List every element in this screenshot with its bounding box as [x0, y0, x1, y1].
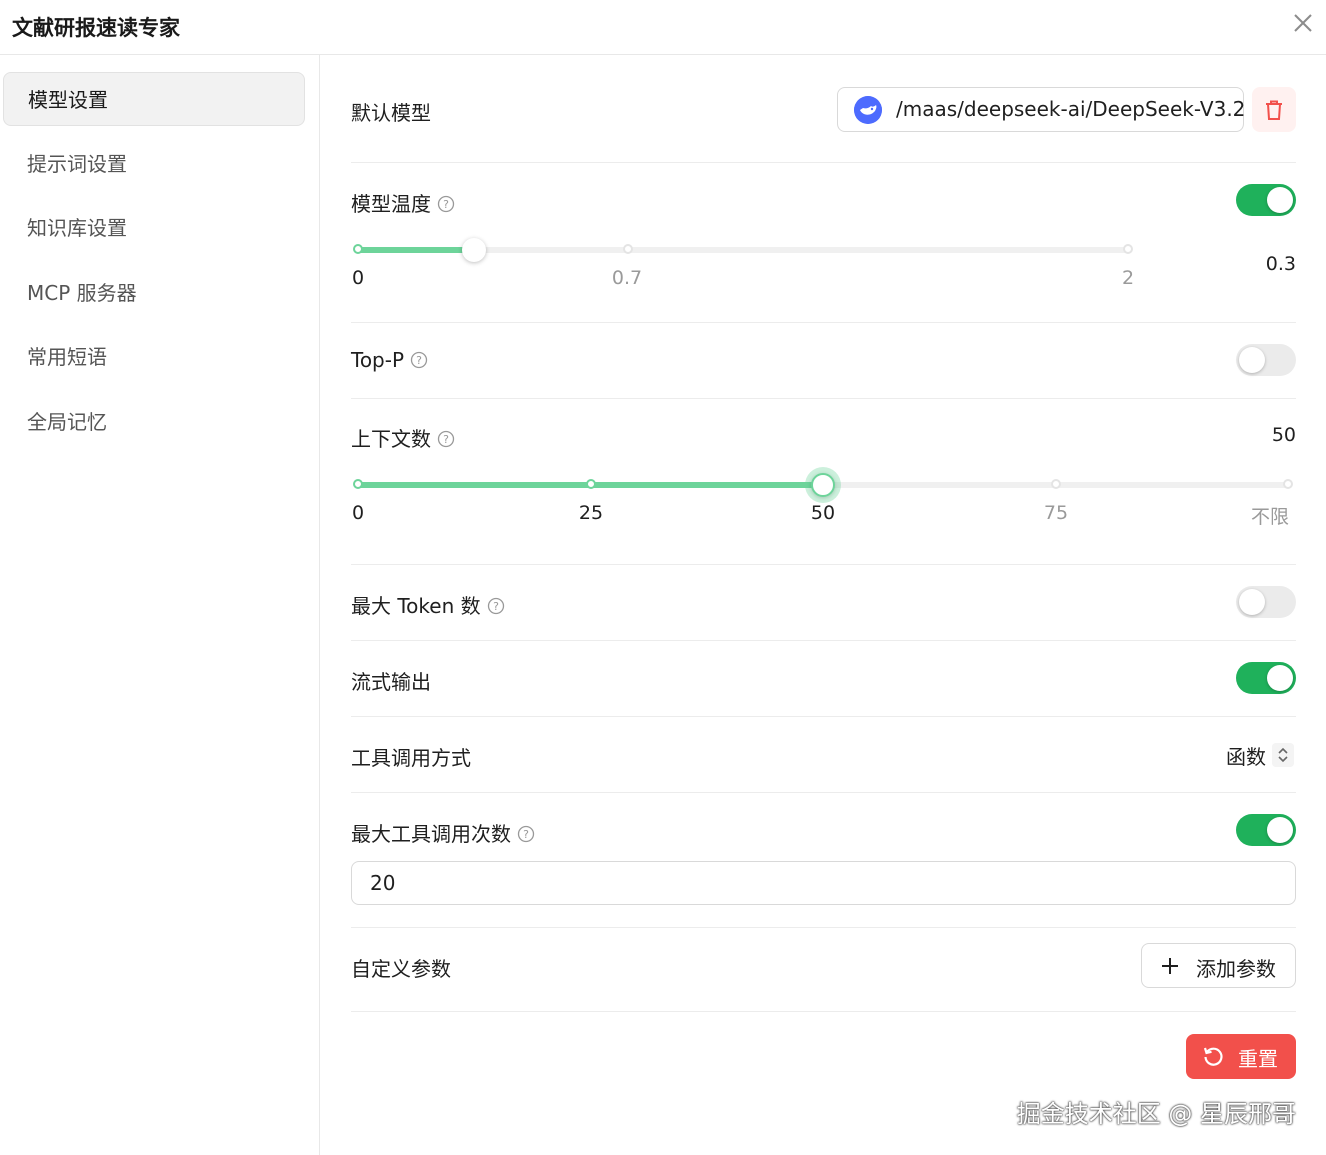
divider — [351, 927, 1296, 928]
top-p-label: Top-P? — [351, 348, 428, 372]
stream-output-label: 流式输出 — [351, 670, 431, 694]
model-selector[interactable]: /maas/deepseek-ai/DeepSeek-V3.2 — [837, 87, 1246, 132]
custom-params-label: 自定义参数 — [351, 957, 451, 981]
temperature-slider[interactable] — [353, 238, 1133, 262]
slider-mark: 2 — [1121, 267, 1135, 289]
divider — [351, 322, 1296, 323]
sidebar-item-model-settings[interactable]: 模型设置 — [3, 72, 305, 126]
context-count-value: 50 — [1271, 424, 1296, 446]
help-circle-icon[interactable]: ? — [487, 597, 505, 615]
svg-text:?: ? — [523, 828, 529, 841]
divider — [351, 162, 1296, 163]
title-bar: 文献研报速读专家 — [0, 0, 1326, 55]
divider — [351, 640, 1296, 641]
model-name: /maas/deepseek-ai/DeepSeek-V3.2 — [896, 97, 1246, 121]
help-circle-icon[interactable]: ? — [437, 195, 455, 213]
divider — [351, 716, 1296, 717]
svg-text:?: ? — [443, 433, 449, 446]
reset-label: 重置 — [1238, 1047, 1278, 1071]
stream-output-toggle[interactable] — [1236, 662, 1296, 694]
max-tokens-toggle[interactable] — [1236, 586, 1296, 618]
slider-dot — [353, 479, 363, 489]
sidebar-item-mcp-servers[interactable]: MCP 服务器 — [3, 266, 305, 320]
slider-dot — [1283, 479, 1293, 489]
watermark: 掘金技术社区 @ 星辰邢哥 — [1016, 1100, 1296, 1128]
settings-sidebar: 模型设置 提示词设置 知识库设置 MCP 服务器 常用短语 全局记忆 — [0, 55, 320, 1155]
sidebar-item-global-memory[interactable]: 全局记忆 — [3, 395, 305, 449]
sidebar-item-prompt-settings[interactable]: 提示词设置 — [3, 137, 305, 191]
svg-text:?: ? — [416, 354, 422, 367]
divider — [351, 1011, 1296, 1012]
slider-mark: 不限 — [1250, 506, 1290, 528]
sidebar-item-phrases[interactable]: 常用短语 — [3, 330, 305, 384]
slider-mark: 25 — [578, 502, 604, 524]
default-model-label: 默认模型 — [351, 101, 431, 125]
help-circle-icon[interactable]: ? — [410, 351, 428, 369]
slider-mark: 0 — [351, 502, 365, 524]
max-tool-calls-toggle[interactable] — [1236, 814, 1296, 846]
delete-model-button[interactable] — [1252, 87, 1296, 132]
max-tokens-label: 最大 Token 数? — [351, 590, 505, 619]
tool-call-mode-label: 工具调用方式 — [351, 746, 471, 770]
divider — [351, 792, 1296, 793]
context-count-label: 上下文数? — [351, 423, 455, 452]
slider-mark: 75 — [1043, 502, 1069, 524]
context-count-slider[interactable] — [353, 473, 1293, 497]
svg-text:?: ? — [493, 600, 499, 613]
tool-call-mode-select[interactable]: 函数 — [1206, 741, 1296, 769]
plus-icon — [1162, 958, 1178, 974]
temperature-toggle[interactable] — [1236, 184, 1296, 216]
slider-dot — [622, 244, 633, 254]
slider-mark: 0 — [351, 267, 365, 289]
reset-icon — [1203, 1047, 1223, 1066]
slider-mark: 0.7 — [611, 267, 643, 289]
slider-dot — [1050, 479, 1061, 489]
slider-mark: 50 — [810, 502, 836, 524]
temperature-value: 0.3 — [1265, 253, 1296, 275]
divider — [351, 564, 1296, 565]
add-param-label: 添加参数 — [1196, 957, 1276, 981]
deepseek-logo-icon — [854, 96, 882, 124]
window-title: 文献研报速读专家 — [12, 16, 180, 40]
context-count-slider-handle[interactable] — [811, 473, 835, 497]
top-p-toggle[interactable] — [1236, 344, 1296, 376]
close-icon[interactable] — [1292, 12, 1314, 34]
help-circle-icon[interactable]: ? — [437, 430, 455, 448]
tool-call-mode-value: 函数 — [1226, 745, 1266, 769]
settings-panel: 默认模型 /maas/deepseek-ai/DeepSeek-V3.2 模型温… — [351, 55, 1296, 1155]
chevron-up-down-icon — [1272, 743, 1294, 767]
max-tool-calls-label: 最大工具调用次数? — [351, 818, 535, 847]
temperature-label: 模型温度? — [351, 188, 455, 217]
trash-icon — [1266, 100, 1282, 120]
slider-dot — [353, 244, 363, 254]
temperature-slider-handle[interactable] — [461, 238, 486, 262]
max-tool-calls-input[interactable] — [351, 861, 1296, 905]
svg-text:?: ? — [443, 198, 449, 211]
add-param-button[interactable]: 添加参数 — [1141, 943, 1296, 988]
help-circle-icon[interactable]: ? — [517, 825, 535, 843]
divider — [351, 398, 1296, 399]
sidebar-item-knowledge-base[interactable]: 知识库设置 — [3, 201, 305, 255]
settings-window: 文献研报速读专家 模型设置 提示词设置 知识库设置 MCP 服务器 常用短语 全… — [0, 0, 1326, 1155]
slider-dot — [585, 479, 596, 489]
reset-button[interactable]: 重置 — [1186, 1034, 1296, 1079]
slider-dot — [1123, 244, 1133, 254]
